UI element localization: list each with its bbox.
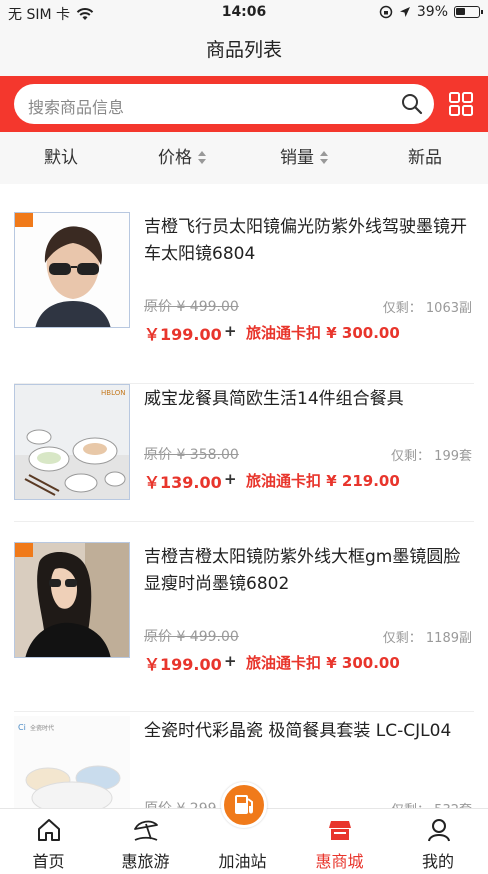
card-discount: 旅油通卡扣 ¥ 219.00 [246,472,400,490]
sort-sales-label: 销量 [280,148,314,168]
sort-price[interactable]: 价格 [158,132,207,184]
tab-mall[interactable]: 惠商城 [291,809,388,874]
product-image [14,542,130,658]
product-image [14,212,130,328]
svg-text:全瓷时代: 全瓷时代 [30,724,54,732]
tab-travel[interactable]: 惠旅游 [97,809,194,874]
beach-umbrella-icon [134,820,158,841]
product-title: 吉橙吉橙太阳镜防紫外线大框gm墨镜圆脸显瘦时尚墨镜6802 [144,547,461,594]
card-discount: 旅油通卡扣 ¥ 300.00 [246,324,400,342]
product-title: 威宝龙餐具简欧生活14件组合餐具 [144,389,404,409]
search-band: 搜索商品信息 [0,76,488,132]
sort-default[interactable]: 默认 [44,132,78,184]
home-icon [38,819,60,841]
status-right: 39% [379,4,483,20]
tab-mall-label: 惠商城 [315,852,364,871]
stock-remaining: 仅剩： 1063副 [382,301,472,316]
gas-station-button[interactable] [221,782,267,828]
product-item[interactable]: 吉橙飞行员太阳镜偏光防紫外线驾驶墨镜开车太阳镜6804 原价 ¥ 499.00 … [14,212,474,384]
sort-new-label: 新品 [408,148,442,168]
product-image: Ci 全瓷时代 [14,716,130,808]
tab-mine[interactable]: 我的 [388,809,488,874]
status-bar: 无 SIM 卡 14:06 39% [0,0,488,26]
plus-sign: + [224,652,237,670]
sort-arrows-icon [320,151,329,165]
tab-home[interactable]: 首页 [0,809,97,874]
stock-remaining: 仅剩： 1189副 [382,631,472,646]
sort-new[interactable]: 新品 [408,132,442,184]
location-icon [399,7,410,17]
nav-bar: 商品列表 [0,26,488,76]
sort-price-label: 价格 [158,148,192,168]
grid-view-icon[interactable] [448,91,474,117]
sale-price: ￥199.00 [144,325,222,344]
plus-sign: + [224,470,237,488]
svg-text:Ci: Ci [18,723,26,732]
card-discount: 旅油通卡扣 ¥ 300.00 [246,654,400,672]
rotation-lock-icon [379,5,393,19]
battery-icon [454,6,483,18]
tab-mine-label: 我的 [421,852,454,871]
sale-price: ￥139.00 [144,473,222,492]
sale-price: ￥199.00 [144,655,222,674]
tab-gas-label: 加油站 [218,852,267,871]
stock-remaining: 仅剩： 199套 [391,449,472,464]
product-title: 全瓷时代彩晶瓷 极简餐具套装 LC-CJL04 [144,721,452,741]
tab-travel-label: 惠旅游 [121,852,170,871]
page-title: 商品列表 [205,39,282,61]
sort-bar: 默认 价格 销量 新品 [0,132,488,184]
product-image: HBLON [14,384,130,500]
search-placeholder: 搜索商品信息 [28,98,125,117]
sort-arrows-icon [198,151,207,165]
svg-text:HBLON: HBLON [101,389,125,397]
original-price: 原价 ¥ 358.00 [144,447,239,463]
original-price: 原价 ¥ 499.00 [144,629,239,645]
search-icon[interactable] [400,92,424,116]
gas-pump-icon [235,795,253,814]
battery-percent: 39% [416,4,448,20]
sort-sales[interactable]: 销量 [280,132,329,184]
stock-remaining: 仅剩： 532套 [391,799,472,808]
tab-home-label: 首页 [32,852,65,871]
product-item[interactable]: 吉橙吉橙太阳镜防紫外线大框gm墨镜圆脸显瘦时尚墨镜6802 原价 ¥ 499.0… [14,542,474,712]
product-item[interactable]: HBLON 威宝龙餐具简欧生活14件组合餐具 原价 ¥ 358.00 仅剩： 1… [14,384,474,522]
plus-sign: + [224,322,237,340]
product-list: 吉橙飞行员太阳镜偏光防紫外线驾驶墨镜开车太阳镜6804 原价 ¥ 499.00 … [0,184,488,808]
product-title: 吉橙飞行员太阳镜偏光防紫外线驾驶墨镜开车太阳镜6804 [144,217,467,264]
original-price: 原价 ¥ 499.00 [144,299,239,315]
user-icon [428,819,450,842]
search-input[interactable]: 搜索商品信息 [14,84,434,124]
sort-default-label: 默认 [44,148,78,168]
shop-icon [329,821,351,840]
